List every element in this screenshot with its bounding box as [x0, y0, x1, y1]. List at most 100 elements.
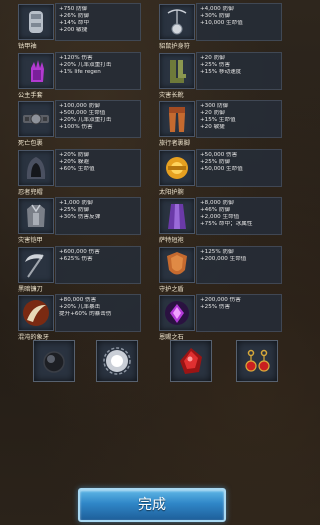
tusk-icon[interactable] — [18, 295, 54, 331]
stat-line: +2,000 生命值 — [200, 214, 240, 220]
item-name: 公主手套 — [18, 91, 43, 99]
item-stats: +20% 防御 +20% 躲避 +60% 生命值 — [55, 148, 141, 187]
gem-row — [0, 340, 300, 390]
stat-line: +625% 伤害 — [59, 255, 93, 262]
hood-icon[interactable] — [18, 149, 54, 186]
armor-icon[interactable] — [18, 198, 54, 234]
equipment-item[interactable]: +20% 防御 +20% 躲避 +60% 生命值忍者兜帽 — [18, 148, 141, 197]
equipment-item[interactable]: +200,000 伤害 +25% 伤害 恩赐之石 — [159, 293, 282, 342]
equipment-item[interactable]: +600,000 伤害 +625% 伤害黑暗镰刀 — [18, 245, 141, 294]
equipment-item[interactable]: +300 防御 +20 防御 +15% 生命值 +20 敏捷 旅行者裹脚 — [159, 99, 282, 148]
boots-icon[interactable] — [159, 52, 195, 89]
item-stats: +50,000 伤害 +25% 防御 +50,000 生命值 — [196, 148, 282, 187]
equipment-panel: +750 防御 +26% 防御 +14% 命中 +200 敏捷 钴甲袖 +120% 伤害 +… — [16, 0, 288, 392]
stat-line: +200,000 生命值 — [200, 255, 247, 262]
glove-icon[interactable] — [18, 52, 54, 89]
amulet-icon[interactable] — [159, 4, 195, 40]
stat-line: +600,000 伤害 — [59, 248, 100, 255]
stat-line: +120% 伤害 — [59, 54, 93, 61]
earrings-icon[interactable] — [236, 340, 278, 382]
item-stats: +750 防御 +26% 防御 +14% 命中 +200 敏捷 — [55, 3, 141, 41]
stat-line: +10,000 生命值 — [200, 20, 243, 26]
scythe-icon[interactable] — [18, 246, 54, 283]
item-name: 太阳护腕 — [159, 188, 184, 196]
leggings-icon[interactable] — [159, 101, 195, 137]
sun-bracer-icon[interactable] — [159, 149, 195, 186]
stat-line: +30% 伤害反弹 — [59, 214, 101, 220]
equipment-column-left: +750 防御 +26% 防御 +14% 命中 +200 敏捷 钴甲袖 +120% 伤害 +… — [18, 2, 141, 342]
equipment-item[interactable]: +4,000 防御 +30% 防御 +10,000 生命值 貂鼠护身符 — [159, 2, 282, 51]
item-stats: +80,000 伤害 +20% 几率暴击 提升+60% 的暴击伤 — [55, 294, 141, 332]
stat-line: +15% 生命值 — [200, 117, 236, 123]
stat-line: +60% 生命值 — [59, 165, 95, 172]
stat-line: +80,000 伤害 — [59, 297, 97, 303]
silver-orb-icon[interactable] — [96, 340, 138, 382]
item-stats: +20 防御 +25% 伤害 +15% 移动速度 — [196, 51, 282, 90]
item-name: 旅行者裹脚 — [159, 140, 190, 147]
item-stats: +4,000 防御 +30% 防御 +10,000 生命值 — [196, 3, 282, 41]
stat-line: +26% 防御 — [59, 13, 90, 19]
stone-icon[interactable] — [159, 295, 195, 331]
stat-line: +20 防御 — [200, 110, 225, 116]
item-name: 灾害长靴 — [159, 91, 184, 99]
equipment-item[interactable]: +125% 防御 +200,000 生命值守护之盾 — [159, 245, 282, 294]
stat-line: +500,000 生命值 — [59, 110, 106, 116]
item-stats: +600,000 伤害 +625% 伤害 — [55, 245, 141, 284]
belt-icon[interactable] — [18, 101, 54, 137]
stat-line: +25% 防御 — [200, 158, 231, 165]
item-stats: +120% 伤害 +20% 几率双重打击 +1% life regen — [55, 51, 141, 90]
equipment-item[interactable]: +1,000 防御 +25% 防御 +30% 伤害反弹灾害铠甲 — [18, 196, 141, 245]
stat-line: 提升+60% 的暴击伤 — [59, 311, 112, 317]
item-name: 灾害铠甲 — [18, 237, 43, 244]
robe-icon[interactable] — [159, 198, 195, 234]
stat-line: +4,000 防御 — [200, 6, 234, 12]
dark-orb-icon[interactable] — [33, 340, 75, 382]
red-crystal-icon[interactable] — [170, 340, 212, 382]
stat-line: +20% 几率暴击 — [59, 304, 101, 310]
equipment-item[interactable]: +8,000 防御 +46% 防御 +2,000 生命值 +75% 命中；冰属性萨特短… — [159, 196, 282, 245]
stat-line: +46% 防御 — [200, 207, 231, 213]
stat-line: +200 敏捷 — [59, 27, 88, 33]
stat-line: +300 防御 — [200, 103, 229, 109]
item-name: 貂鼠护身符 — [159, 43, 190, 50]
item-name: 守护之盾 — [159, 285, 184, 293]
shield-icon[interactable] — [159, 246, 195, 283]
stat-line: +1% life regen — [59, 68, 101, 75]
item-name: 死亡包裹 — [18, 140, 43, 147]
stat-line: +20% 防御 — [59, 151, 90, 158]
stat-line: +20 敏捷 — [200, 124, 225, 130]
stat-line: +200,000 伤害 — [200, 297, 241, 303]
equipment-item[interactable]: +750 防御 +26% 防御 +14% 命中 +200 敏捷钴甲袖 — [18, 2, 141, 51]
bracer-icon[interactable] — [18, 4, 54, 40]
stat-line: +30% 防御 — [200, 13, 231, 19]
stat-line: +1,000 防御 — [59, 200, 93, 206]
equipment-item[interactable]: +50,000 伤害 +25% 防御 +50,000 生命值太阳护腕 — [159, 148, 282, 197]
stat-line: +50,000 伤害 — [200, 151, 238, 158]
stat-line: +50,000 生命值 — [200, 165, 243, 172]
item-name: 忍者兜帽 — [18, 188, 43, 196]
item-name: 萨特短袍 — [159, 237, 184, 244]
stat-line: +100% 伤害 — [59, 124, 93, 130]
stat-line: +20 防御 — [200, 54, 225, 61]
done-button[interactable]: 完成 — [78, 488, 226, 522]
item-name: 钴甲袖 — [18, 43, 37, 50]
equipment-item[interactable]: +100,000 防御 +500,000 生命值 +20% 几率双重打击 +100% … — [18, 99, 141, 148]
stat-line: +25% 伤害 — [200, 304, 231, 310]
item-stats: +100,000 防御 +500,000 生命值 +20% 几率双重打击 +100% … — [55, 100, 141, 138]
stat-line: +20% 躲避 — [59, 158, 90, 165]
equipment-item[interactable]: +120% 伤害 +20% 几率双重打击 +1% life regen 公主手套 — [18, 51, 141, 100]
item-stats: +1,000 防御 +25% 防御 +30% 伤害反弹 — [55, 197, 141, 235]
equipment-item[interactable]: +80,000 伤害 +20% 几率暴击 提升+60% 的暴击伤 混沌的象牙 — [18, 293, 141, 342]
equipment-item[interactable]: +20 防御 +25% 伤害 +15% 移动速度灾害长靴 — [159, 51, 282, 100]
stat-line: +100,000 防御 — [59, 103, 100, 109]
stat-line: +125% 防御 — [200, 248, 234, 255]
item-stats: +8,000 防御 +46% 防御 +2,000 生命值 +75% 命中；冰属性 — [196, 197, 282, 235]
item-stats: +300 防御 +20 防御 +15% 生命值 +20 敏捷 — [196, 100, 282, 138]
stat-line: +8,000 防御 — [200, 200, 234, 206]
item-stats: +200,000 伤害 +25% 伤害 — [196, 294, 282, 332]
stat-line: +75% 命中；冰属性 — [200, 221, 253, 227]
stat-line: +25% 伤害 — [200, 61, 231, 68]
item-name: 黑暗镰刀 — [18, 285, 43, 293]
stat-line: +20% 几率双重打击 — [59, 117, 112, 123]
equipment-column-right: +4,000 防御 +30% 防御 +10,000 生命值 貂鼠护身符 +20 防御 +2… — [159, 2, 282, 342]
